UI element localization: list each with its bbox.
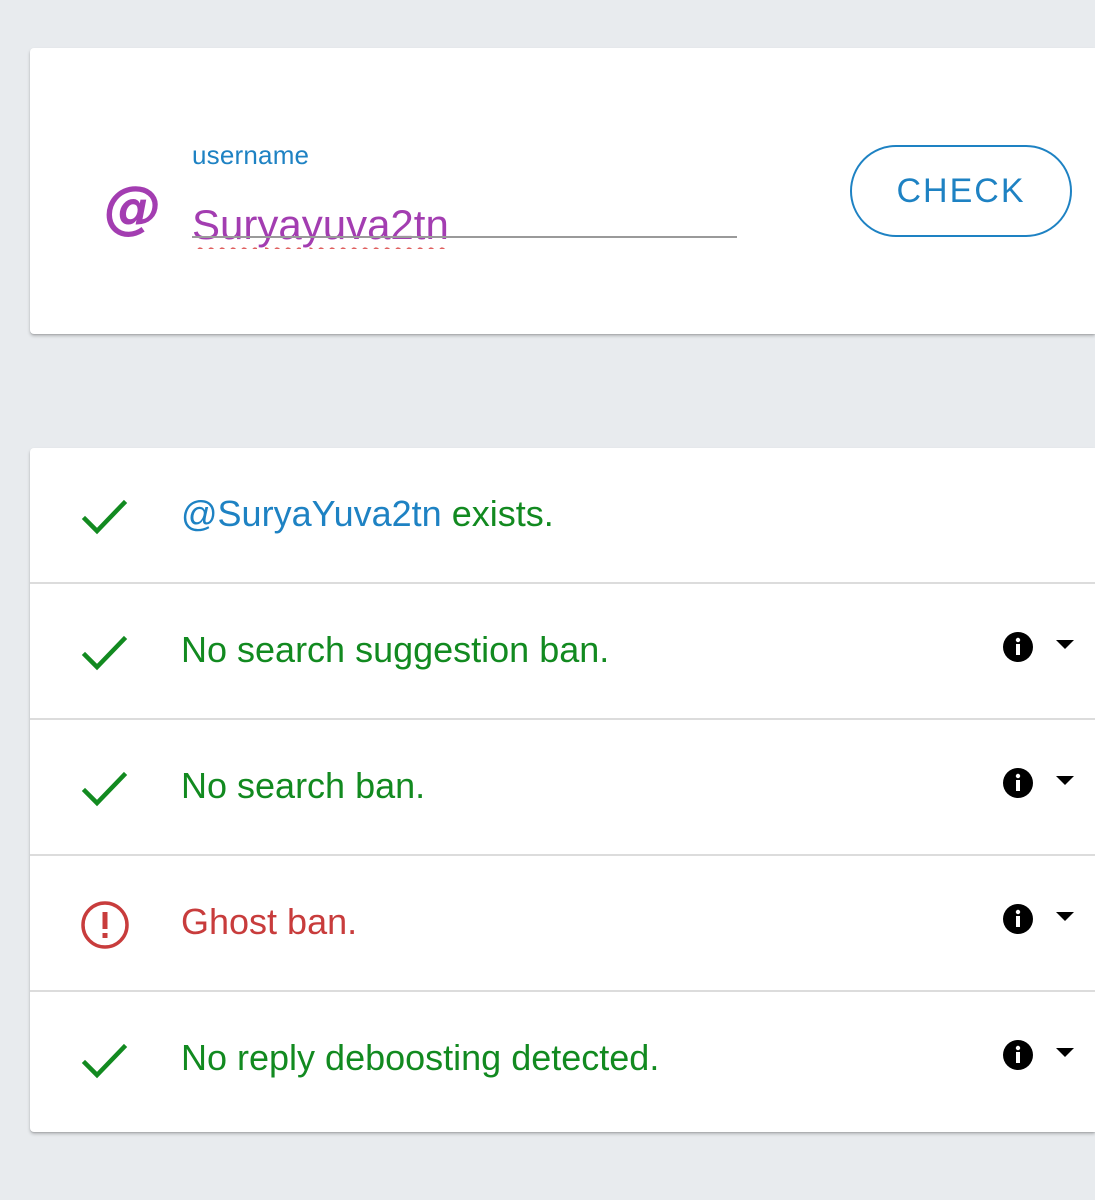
at-sign-icon: @	[104, 173, 162, 241]
result-text-exists: @SuryaYuva2tn exists.	[181, 494, 554, 534]
result-text-ghost-ban: Ghost ban.	[181, 901, 358, 942]
caret-down-icon[interactable]	[1056, 640, 1074, 650]
result-text-reply-deboosting: No reply deboosting detected.	[181, 1037, 660, 1078]
checkmark-icon	[81, 635, 128, 671]
username-search-card: username @ CHECK	[30, 48, 1095, 334]
result-row-reply-deboosting[interactable]: No reply deboosting detected.	[30, 992, 1095, 1128]
exclamation-circle-icon	[81, 901, 129, 949]
exists-suffix: exists.	[441, 493, 554, 534]
info-icon[interactable]	[1002, 631, 1034, 663]
result-text-search-ban: No search ban.	[181, 765, 426, 806]
info-icon[interactable]	[1002, 1039, 1034, 1071]
input-underline	[192, 236, 737, 238]
results-card: @SuryaYuva2tn exists. No search suggesti…	[30, 448, 1095, 1132]
result-row-search-ban[interactable]: No search ban.	[30, 720, 1095, 856]
result-text-search-suggestion-ban: No search suggestion ban.	[181, 629, 610, 670]
result-row-search-suggestion-ban[interactable]: No search suggestion ban.	[30, 584, 1095, 720]
caret-down-icon[interactable]	[1056, 776, 1074, 786]
checkmark-icon	[81, 499, 128, 535]
info-icon[interactable]	[1002, 767, 1034, 799]
check-button[interactable]: CHECK	[850, 145, 1072, 237]
caret-down-icon[interactable]	[1056, 1048, 1074, 1058]
checkmark-icon	[81, 1043, 128, 1079]
result-row-exists: @SuryaYuva2tn exists.	[30, 448, 1095, 584]
caret-down-icon[interactable]	[1056, 912, 1074, 922]
info-icon[interactable]	[1002, 903, 1034, 935]
account-handle-link[interactable]: @SuryaYuva2tn	[181, 493, 442, 534]
result-row-ghost-ban[interactable]: Ghost ban.	[30, 856, 1095, 992]
username-field-label: username	[192, 140, 310, 170]
checkmark-icon	[81, 771, 128, 807]
username-input[interactable]	[192, 200, 737, 250]
